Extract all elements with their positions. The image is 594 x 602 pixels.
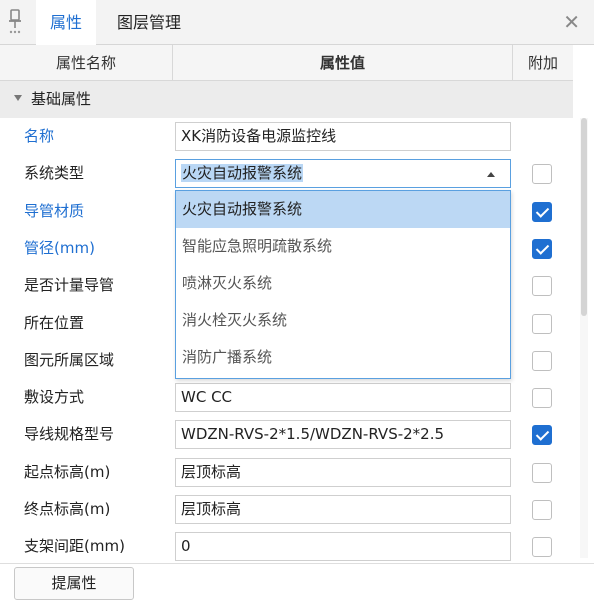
pin-icon[interactable]	[8, 8, 22, 36]
dropdown-option[interactable]: 消防广播系统	[176, 339, 510, 376]
table-header: 属性名称 属性值 附加	[0, 45, 573, 81]
select-value: 火灾自动报警系统	[181, 164, 304, 183]
extra-checkbox[interactable]	[532, 537, 552, 558]
extra-checkbox[interactable]	[532, 500, 552, 520]
property-name: 敷设方式	[24, 388, 85, 407]
property-name: 系统类型	[24, 164, 85, 183]
property-value-field[interactable]: 层顶标高	[175, 457, 511, 487]
dropdown-option[interactable]: 火灾自动报警系统	[176, 191, 510, 228]
property-name: 图元所属区域	[24, 350, 115, 369]
property-row: 敷设方式 WC CC	[0, 379, 573, 416]
extra-checkbox[interactable]	[532, 313, 552, 334]
property-value-field[interactable]: WC CC	[175, 383, 511, 413]
triangle-down-icon[interactable]	[14, 95, 22, 101]
property-row: 系统类型 火灾自动报警系统	[0, 155, 573, 192]
close-icon[interactable]: ✕	[563, 10, 580, 34]
extra-checkbox[interactable]	[532, 276, 552, 297]
extra-checkbox[interactable]	[532, 164, 552, 185]
property-row: 导线规格型号 WDZN-RVS-2*1.5/WDZN-RVS-2*2.5	[0, 416, 573, 453]
scrollbar-thumb[interactable]	[581, 118, 587, 316]
property-name: 导管材质	[24, 201, 85, 220]
group-label: 基础属性	[31, 90, 92, 108]
tab-layer-management[interactable]: 图层管理	[103, 0, 195, 45]
column-header-value: 属性值	[173, 45, 513, 81]
system-type-dropdown[interactable]: 火灾自动报警系统 智能应急照明疏散系统 喷淋灭火系统 消火栓灭火系统 消防广播系统	[175, 190, 511, 379]
property-value-field[interactable]: 层顶标高	[175, 495, 511, 524]
extra-checkbox[interactable]	[532, 425, 552, 446]
tab-bar: 属性 图层管理 ✕	[0, 0, 594, 46]
property-row: 起点标高(m) 层顶标高	[0, 454, 573, 491]
property-name: 管径(mm)	[24, 238, 95, 257]
property-row: 终点标高(m) 层顶标高	[0, 491, 573, 528]
group-basic-properties[interactable]: 基础属性	[0, 81, 573, 118]
caret-up-icon[interactable]	[487, 172, 495, 178]
extra-checkbox[interactable]	[532, 462, 552, 483]
dropdown-option[interactable]: 智能应急照明疏散系统	[176, 228, 510, 265]
extra-checkbox[interactable]	[532, 238, 552, 259]
dropdown-option[interactable]: 消火栓灭火系统	[176, 302, 510, 339]
property-value-field[interactable]: 0	[175, 532, 511, 562]
system-type-select[interactable]: 火灾自动报警系统	[175, 159, 511, 189]
extra-checkbox[interactable]	[532, 388, 552, 409]
property-name: 终点标高(m)	[24, 500, 111, 518]
property-name: 所在位置	[24, 313, 85, 332]
column-header-extra: 附加	[527, 54, 558, 72]
dropdown-option[interactable]: 喷淋灭火系统	[176, 265, 510, 302]
extra-checkbox[interactable]	[532, 350, 552, 371]
column-header-name: 属性名称	[0, 45, 173, 81]
property-value-field[interactable]: XK消防设备电源监控线	[175, 122, 511, 151]
property-name: 导线规格型号	[24, 425, 115, 444]
extra-checkbox[interactable]	[532, 201, 552, 222]
property-row: 支架间距(mm) 0	[0, 528, 573, 565]
property-name: 名称	[24, 127, 55, 145]
property-name: 起点标高(m)	[24, 462, 111, 481]
footer: 提属性	[0, 563, 594, 602]
property-name: 支架间距(mm)	[24, 537, 125, 556]
extract-properties-button[interactable]: 提属性	[14, 567, 134, 600]
property-value-field[interactable]: WDZN-RVS-2*1.5/WDZN-RVS-2*2.5	[175, 420, 511, 450]
property-row: 名称 XK消防设备电源监控线	[0, 118, 573, 155]
property-name: 是否计量导管	[24, 276, 115, 295]
tab-properties[interactable]: 属性	[36, 0, 97, 46]
scrollbar[interactable]	[580, 118, 588, 558]
